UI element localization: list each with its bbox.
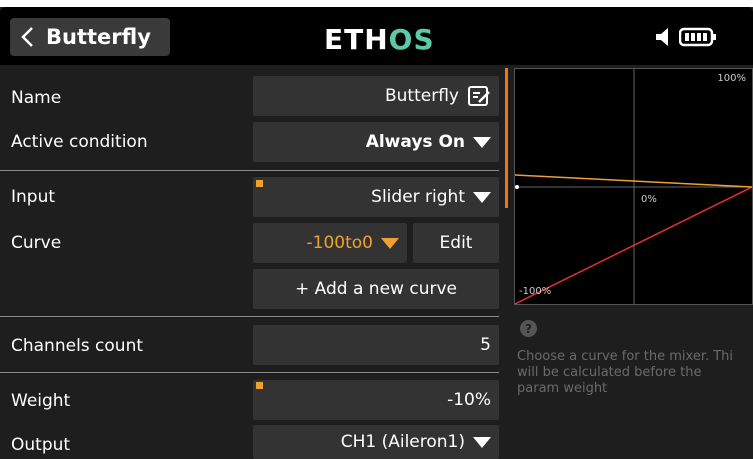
chevron-left-icon (21, 27, 33, 47)
curve-graph-svg (515, 69, 752, 304)
active-condition-select[interactable]: Always On (253, 122, 499, 162)
weight-label: Weight (11, 391, 71, 411)
back-button[interactable]: Butterfly (10, 18, 170, 56)
dropdown-arrow-icon (473, 436, 491, 448)
output-value: CH1 (Aileron1) (340, 432, 465, 452)
active-condition-value: Always On (365, 132, 465, 152)
name-value: Butterfly (385, 86, 459, 106)
channels-count-field[interactable]: 5 (253, 325, 499, 365)
input-label: Input (11, 187, 56, 207)
dropdown-arrow-icon (381, 237, 399, 249)
curve-edit-button[interactable]: Edit (413, 223, 499, 263)
graph-input-point (515, 185, 519, 189)
input-select[interactable]: Slider right (253, 177, 499, 217)
graph-top-label: 100% (717, 73, 746, 84)
ethos-logo: ETHOS (324, 23, 435, 56)
add-curve-label: + Add a new curve (295, 279, 457, 299)
speaker-icon (656, 28, 668, 46)
weight-source-marker (256, 382, 263, 389)
header-bar: Butterfly ETHOS (0, 7, 753, 65)
curve-graph: 100% 0% -100% (514, 68, 753, 305)
page-title: Butterfly (46, 25, 151, 49)
input-value: Slider right (371, 187, 465, 207)
graph-mid-label: 0% (641, 194, 657, 205)
output-label: Output (11, 435, 71, 455)
active-condition-label: Active condition (11, 132, 148, 152)
curve-value: -100to0 (306, 233, 373, 253)
separator (0, 170, 499, 171)
edit-icon (468, 86, 490, 106)
help-text: Choose a curve for the mixer. Thi will b… (517, 349, 734, 396)
logo-accent: OS (388, 23, 435, 56)
battery-icon (679, 27, 716, 47)
curve-edit-label: Edit (439, 233, 473, 253)
curve-select[interactable]: -100to0 (253, 223, 407, 263)
name-label: Name (11, 88, 62, 108)
separator (0, 372, 499, 373)
add-curve-button[interactable]: + Add a new curve (253, 269, 499, 309)
dropdown-arrow-icon (473, 191, 491, 203)
graph-bottom-label: -100% (519, 286, 552, 297)
weight-field[interactable]: -10% (253, 380, 499, 420)
status-icons (655, 27, 717, 47)
help-icon: ? (520, 320, 537, 337)
weight-value: -10% (447, 390, 491, 410)
separator (0, 316, 499, 317)
input-source-marker (256, 180, 263, 187)
channels-count-label: Channels count (11, 336, 144, 356)
top-frame (0, 0, 753, 7)
dropdown-arrow-icon (473, 136, 491, 148)
logo-main: ETH (324, 23, 389, 56)
scrollbar[interactable] (505, 68, 508, 208)
output-select[interactable]: CH1 (Aileron1) (253, 425, 499, 459)
name-field[interactable]: Butterfly (253, 76, 499, 116)
screen: Butterfly ETHOS Name Butterfly Active co… (0, 0, 753, 459)
channels-count-value: 5 (480, 335, 491, 355)
curve-label: Curve (11, 233, 62, 253)
